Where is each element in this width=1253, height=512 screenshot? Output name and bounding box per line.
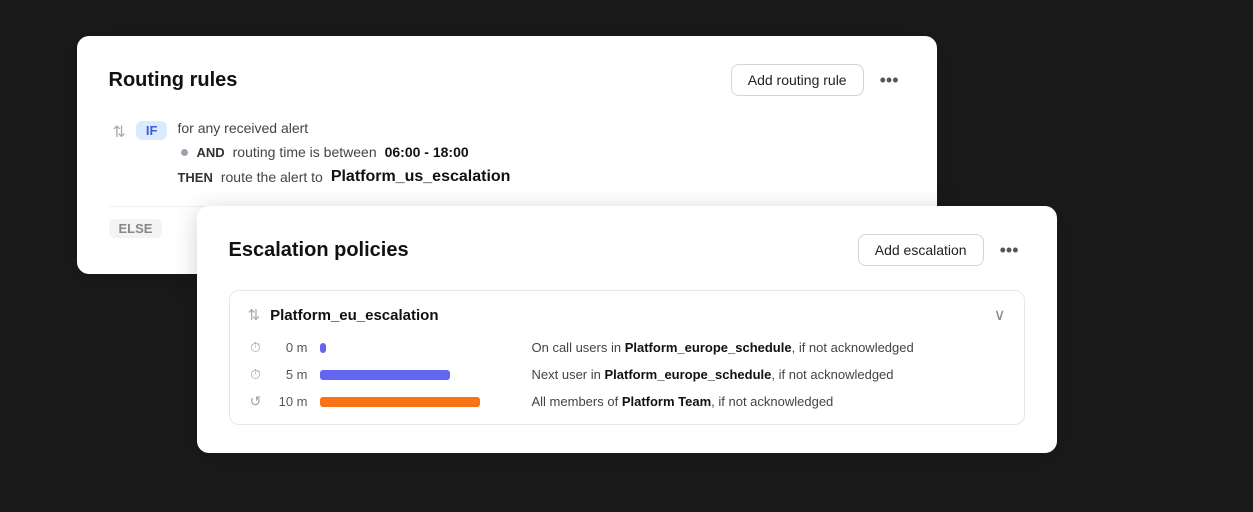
esc-time-0: 0 m	[276, 340, 308, 355]
escalation-title: Escalation policies	[229, 239, 409, 262]
chevron-down-icon[interactable]: ∨	[994, 305, 1006, 325]
esc-bold-2: Platform Team	[622, 394, 711, 409]
and-text: routing time is between	[233, 144, 377, 160]
esc-time-1: 5 m	[276, 367, 308, 382]
routing-title: Routing rules	[109, 69, 238, 92]
else-badge: ELSE	[109, 219, 163, 238]
esc-time-2: 10 m	[276, 394, 308, 409]
routing-more-icon: •••	[880, 70, 899, 90]
then-text: route the alert to	[221, 169, 323, 185]
refresh-icon-2: ↺	[248, 393, 264, 410]
rule-row: ⇅ IF for any received alert AND routing …	[109, 120, 905, 186]
esc-desc-2: All members of Platform Team, if not ack…	[532, 394, 834, 409]
and-dot	[181, 149, 188, 156]
escalation-actions: Add escalation •••	[858, 234, 1025, 266]
escalation-item-left: ⇅ Platform_eu_escalation	[248, 306, 439, 324]
escalation-card-header: Escalation policies Add escalation •••	[229, 234, 1025, 266]
then-target: Platform_us_escalation	[331, 168, 511, 186]
routing-more-button[interactable]: •••	[874, 66, 905, 95]
escalation-policies-card: Escalation policies Add escalation ••• ⇅…	[197, 206, 1057, 453]
clock-icon-1: ⏱	[248, 366, 264, 383]
esc-bar-0	[320, 343, 326, 353]
rule-and-line: AND routing time is between 06:00 - 18:0…	[181, 144, 900, 160]
routing-actions: Add routing rule •••	[731, 64, 905, 96]
rule-if-line: for any received alert	[177, 120, 900, 136]
rule-if-text: for any received alert	[177, 120, 308, 136]
esc-desc-0: On call users in Platform_europe_schedul…	[532, 340, 914, 355]
add-escalation-button[interactable]: Add escalation	[858, 234, 984, 266]
esc-desc-1: Next user in Platform_europe_schedule, i…	[532, 367, 894, 382]
esc-bold-1: Platform_europe_schedule	[604, 367, 771, 382]
escalation-step-2: ↺ 10 m All members of Platform Team, if …	[248, 393, 1006, 410]
escalation-steps: ⏱ 0 m On call users in Platform_europe_s…	[248, 339, 1006, 410]
routing-card-header: Routing rules Add routing rule •••	[109, 64, 905, 96]
clock-icon-0: ⏱	[248, 339, 264, 356]
rule-then-line: THEN route the alert to Platform_us_esca…	[177, 168, 900, 186]
esc-bar-2	[320, 397, 480, 407]
escalation-step-1: ⏱ 5 m Next user in Platform_europe_sched…	[248, 366, 1006, 383]
escalation-policy-name: Platform_eu_escalation	[270, 307, 438, 324]
drag-handle-icon[interactable]: ⇅	[113, 122, 126, 142]
esc-bold-0: Platform_europe_schedule	[625, 340, 792, 355]
and-label: AND	[196, 145, 224, 160]
escalation-step-0: ⏱ 0 m On call users in Platform_europe_s…	[248, 339, 1006, 356]
escalation-drag-handle[interactable]: ⇅	[248, 306, 261, 324]
rule-content: for any received alert AND routing time …	[177, 120, 900, 186]
then-label: THEN	[177, 170, 212, 185]
escalation-policy-item: ⇅ Platform_eu_escalation ∨ ⏱ 0 m On call…	[229, 290, 1025, 425]
add-routing-rule-button[interactable]: Add routing rule	[731, 64, 864, 96]
time-range: 06:00 - 18:00	[385, 144, 469, 160]
escalation-item-header: ⇅ Platform_eu_escalation ∨	[248, 305, 1006, 325]
esc-bar-wrap-1	[320, 370, 520, 380]
escalation-more-icon: •••	[1000, 240, 1019, 260]
escalation-more-button[interactable]: •••	[994, 236, 1025, 265]
esc-bar-wrap-0	[320, 343, 520, 353]
if-badge: IF	[136, 121, 168, 140]
esc-bar-1	[320, 370, 450, 380]
esc-bar-wrap-2	[320, 397, 520, 407]
